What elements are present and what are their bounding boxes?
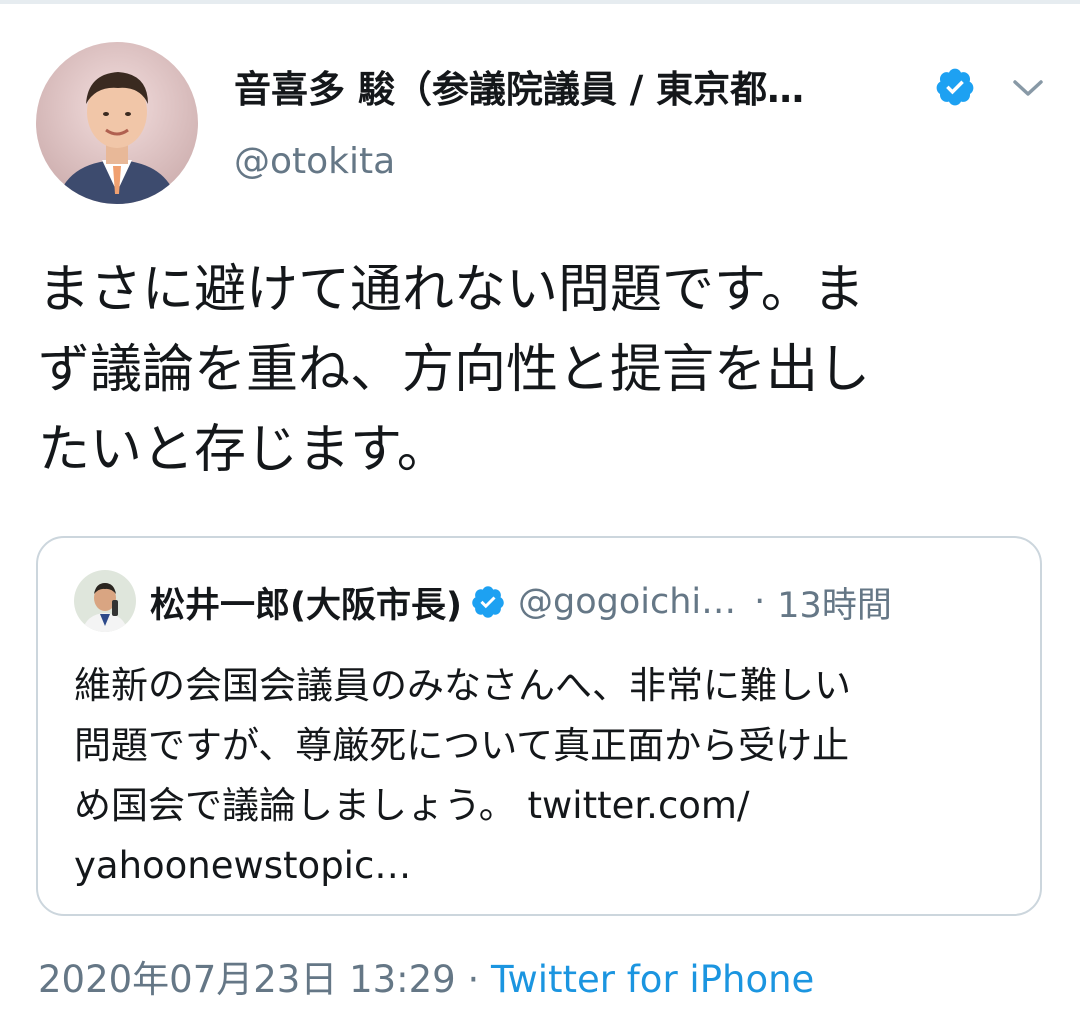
quoted-header: 松井一郎(大阪市長) @gogoichi… · 13時間 <box>150 572 1020 632</box>
author-avatar[interactable] <box>36 42 198 204</box>
tweet-meta: 2020年07月23日 13:29 · Twitter for iPhone <box>38 950 814 1010</box>
top-divider <box>0 0 1080 4</box>
quoted-separator: · <box>754 582 766 622</box>
quoted-author-avatar[interactable] <box>74 570 136 632</box>
author-name[interactable]: 音喜多 駿（参議院議員 / 東京都… <box>234 62 924 118</box>
quoted-tweet-text: 維新の会国会議員のみなさんへ、非常に難しい 問題ですが、尊厳死について真正面から… <box>74 664 851 887</box>
author-avatar-image <box>36 42 198 204</box>
quoted-tweet-card[interactable]: 松井一郎(大阪市長) @gogoichi… · 13時間 維新の会国会議員のみな… <box>36 536 1042 916</box>
tweet-text: まさに避けて通れない問題です。ま ず議論を重ね、方向性と提言を出し たいと存じま… <box>38 260 871 480</box>
author-handle[interactable]: @otokita <box>234 136 395 188</box>
chevron-down-icon[interactable] <box>1006 68 1050 108</box>
quoted-time[interactable]: 13時間 <box>777 577 892 628</box>
quoted-author-avatar-image <box>74 570 136 632</box>
quoted-author-name[interactable]: 松井一郎(大阪市長) <box>150 577 462 628</box>
verified-badge-icon <box>936 68 974 106</box>
quoted-author-handle[interactable]: @gogoichi… <box>518 582 736 622</box>
verified-badge-icon <box>472 586 504 618</box>
tweet-source-link[interactable]: Twitter for iPhone <box>491 958 814 1001</box>
meta-separator: · <box>467 958 480 1001</box>
tweet-timestamp[interactable]: 2020年07月23日 13:29 <box>38 958 456 1001</box>
